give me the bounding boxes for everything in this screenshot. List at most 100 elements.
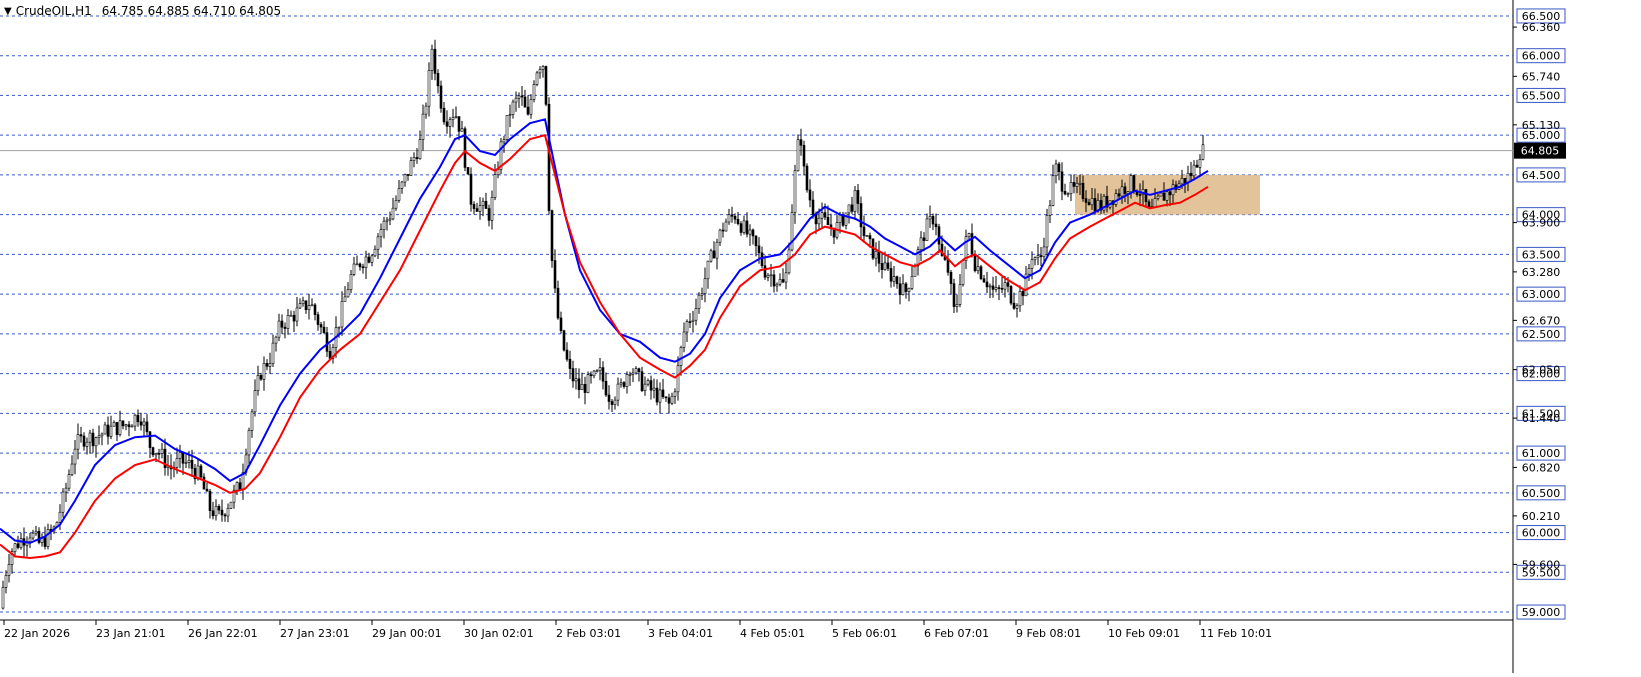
time-tick-label: 11 Feb 10:01 (1200, 627, 1272, 640)
candle-body (592, 370, 596, 377)
candle-body (799, 139, 803, 146)
candle-body (28, 537, 32, 542)
candle-body (1087, 202, 1091, 206)
candle-body (577, 378, 581, 391)
moving-average-line-2 (0, 133, 1209, 560)
candle-body (46, 528, 50, 547)
candle-body (154, 453, 158, 456)
chart-canvas[interactable]: 66.50066.00065.50065.00064.50064.00063.5… (0, 0, 1641, 673)
price-label: 64.500 (1522, 169, 1561, 182)
candle-body (772, 274, 776, 287)
candle-body (898, 283, 902, 296)
price-chart[interactable]: 66.500 66.000 65.500 65.000 64.500 64.000 63.5… (0, 0, 1641, 673)
current-price-label: 64.805 (1521, 145, 1560, 158)
candle-body (355, 263, 359, 266)
candle-body (79, 434, 83, 437)
candle-body (529, 99, 533, 115)
candle-body (91, 432, 95, 447)
candle-body (289, 314, 293, 317)
price-tick-label: 65.130 (1522, 119, 1561, 132)
candle-body (985, 281, 989, 288)
candle-body (694, 308, 698, 321)
candle-body (421, 113, 425, 140)
time-tick-label: 2 Feb 03:01 (556, 627, 621, 640)
candle-body (436, 73, 440, 87)
candle-body (1039, 255, 1043, 258)
candle-body (520, 95, 524, 98)
candle-body (865, 235, 869, 237)
candle-body (574, 378, 578, 382)
candle-body (94, 437, 98, 447)
price-label: 65.500 (1522, 89, 1561, 102)
candle-body (715, 241, 719, 259)
time-tick-label: 26 Jan 22:01 (188, 627, 258, 640)
candle-body (199, 465, 203, 478)
candle-body (115, 422, 119, 436)
candle-body (418, 139, 422, 160)
candle-body (427, 70, 431, 107)
candle-body (622, 382, 626, 387)
candle-body (310, 304, 314, 307)
candle-body (7, 564, 11, 576)
candle-body (64, 487, 68, 493)
candle-body (178, 452, 182, 459)
time-tick-label: 22 Jan 2026 (4, 627, 70, 640)
candle-body (952, 283, 956, 307)
candle-body (490, 197, 494, 221)
price-tick-label: 60.820 (1522, 461, 1561, 474)
candle-body (406, 174, 410, 176)
candle-body (946, 259, 950, 273)
candle-body (34, 530, 38, 534)
candle-body (295, 307, 299, 322)
candle-body (1132, 175, 1136, 192)
candle-body (895, 276, 899, 285)
candle-body (1093, 198, 1097, 212)
candle-body (580, 384, 584, 391)
candle-body (268, 363, 272, 367)
candle-body (739, 223, 743, 233)
candle-body (796, 139, 800, 172)
candle-body (994, 287, 998, 290)
candle-body (151, 447, 155, 456)
candle-body (583, 384, 587, 393)
candle-body (718, 229, 722, 243)
candle-body (343, 296, 347, 302)
candle-body (430, 48, 434, 71)
candle-body (274, 336, 278, 344)
candle-body (733, 215, 737, 220)
candle-body (256, 375, 260, 391)
candle-body (886, 262, 890, 269)
candle-body (451, 117, 455, 121)
candle-body (748, 229, 752, 235)
candle-body (760, 252, 764, 267)
candle-body (367, 256, 371, 263)
candle-body (661, 389, 665, 398)
candle-body (313, 304, 317, 315)
candle-body (559, 317, 563, 331)
candle-body (727, 214, 731, 223)
candle-body (325, 332, 329, 352)
candle-body (271, 342, 275, 364)
candle-body (148, 431, 152, 448)
candle-body (394, 200, 398, 209)
candle-body (721, 229, 725, 232)
candle-body (457, 116, 461, 132)
candle-body (424, 105, 428, 115)
candle-body (442, 107, 446, 123)
candle-body (388, 218, 392, 221)
candle-body (439, 85, 443, 109)
candle-body (997, 287, 1001, 289)
price-tick-label: 65.740 (1522, 70, 1561, 83)
candle-body (868, 235, 872, 240)
candle-body (235, 482, 239, 491)
candle-body (205, 488, 209, 492)
triangle-down-icon[interactable]: ▼ (4, 6, 12, 17)
candle-body (691, 319, 695, 322)
candle-body (139, 421, 143, 426)
candle-body (316, 314, 320, 325)
candle-body (922, 237, 926, 241)
candle-body (19, 538, 23, 548)
candle-body (37, 530, 41, 543)
time-tick-label: 9 Feb 08:01 (1016, 627, 1081, 640)
candle-body (283, 326, 287, 329)
